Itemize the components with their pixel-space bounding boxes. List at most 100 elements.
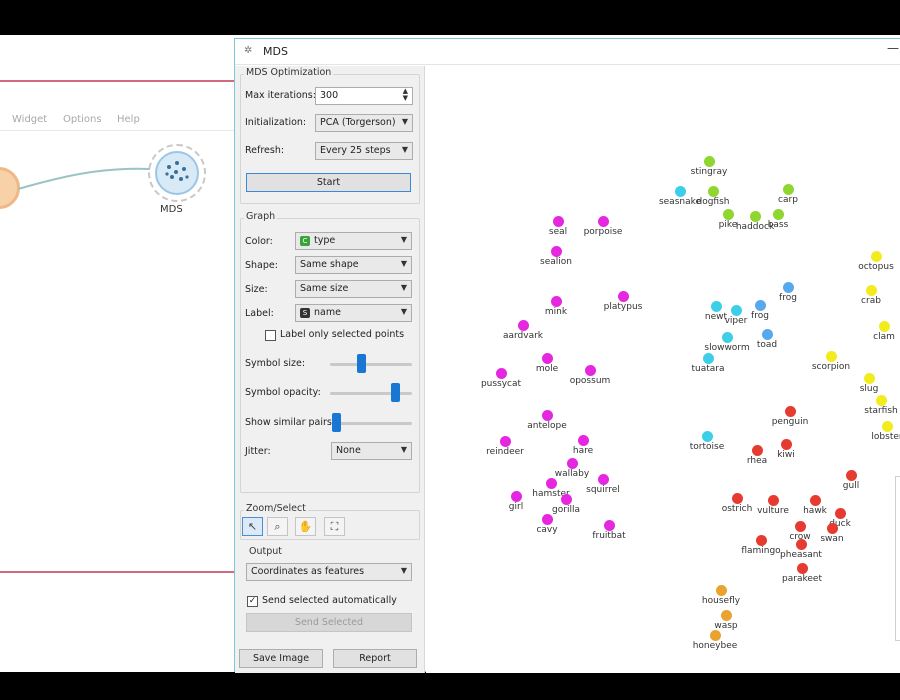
data-point[interactable]	[675, 186, 686, 197]
data-point[interactable]	[546, 478, 557, 489]
select-arrow-icon[interactable]: ↖	[242, 517, 263, 536]
data-point[interactable]	[876, 395, 887, 406]
menu-widget[interactable]: Widget	[12, 114, 47, 125]
spin-arrows-icon[interactable]: ▲ ▼	[403, 88, 408, 102]
data-point[interactable]	[762, 329, 773, 340]
data-point[interactable]	[567, 458, 578, 469]
shape-select[interactable]: Same shape ▼	[295, 256, 412, 274]
data-point[interactable]	[846, 470, 857, 481]
mds-optimization-title: MDS Optimization	[244, 67, 334, 78]
data-point[interactable]	[783, 282, 794, 293]
data-point[interactable]	[783, 184, 794, 195]
data-point[interactable]	[810, 495, 821, 506]
jitter-select[interactable]: None ▼	[331, 442, 412, 460]
data-point[interactable]	[864, 373, 875, 384]
start-button[interactable]: Start	[246, 173, 411, 192]
data-point[interactable]	[511, 491, 522, 502]
report-button[interactable]: Report	[333, 649, 417, 668]
data-point[interactable]	[598, 474, 609, 485]
max-iterations-spinbox[interactable]: 300 ▲ ▼	[315, 87, 413, 105]
point-label: bass	[767, 220, 789, 230]
symbol-opacity-slider[interactable]	[391, 383, 400, 402]
point-label: octopus	[858, 262, 894, 272]
data-point[interactable]	[773, 209, 784, 220]
data-point[interactable]	[871, 251, 882, 262]
output-select[interactable]: Coordinates as features ▼	[246, 563, 412, 581]
data-point[interactable]	[882, 421, 893, 432]
data-point[interactable]	[553, 216, 564, 227]
point-label: pussycat	[480, 379, 522, 389]
data-point[interactable]	[722, 332, 733, 343]
data-point[interactable]	[797, 563, 808, 574]
data-point[interactable]	[879, 321, 890, 332]
data-point[interactable]	[618, 291, 629, 302]
data-point[interactable]	[708, 186, 719, 197]
label-only-selected-checkbox[interactable]	[265, 330, 276, 341]
reset-zoom-icon[interactable]: ⛶	[324, 517, 345, 536]
menu-help[interactable]: Help	[117, 114, 140, 125]
screen: Widget Options Help MDS ✲ MDS — MDS Opti…	[0, 0, 900, 700]
data-point[interactable]	[551, 246, 562, 257]
send-selected-button[interactable]: Send Selected	[246, 613, 412, 632]
data-point[interactable]	[756, 535, 767, 546]
data-point[interactable]	[731, 305, 742, 316]
data-point[interactable]	[796, 539, 807, 550]
data-point[interactable]	[578, 435, 589, 446]
menu-divider	[0, 130, 235, 131]
data-point[interactable]	[835, 508, 846, 519]
data-point[interactable]	[702, 431, 713, 442]
refresh-select[interactable]: Every 25 steps ▼	[315, 142, 413, 160]
output-value: Coordinates as features	[251, 566, 365, 577]
label-select[interactable]: S name ▼	[295, 304, 412, 322]
pan-hand-icon[interactable]: ✋	[295, 517, 316, 536]
color-label: Color:	[245, 236, 273, 247]
data-point[interactable]	[732, 493, 743, 504]
data-point[interactable]	[598, 216, 609, 227]
initialization-select[interactable]: PCA (Torgerson) ▼	[315, 114, 413, 132]
data-point[interactable]	[711, 301, 722, 312]
minimize-icon[interactable]: —	[887, 41, 899, 55]
color-select[interactable]: C type ▼	[295, 232, 412, 250]
data-point[interactable]	[561, 494, 572, 505]
save-image-button[interactable]: Save Image	[239, 649, 323, 668]
data-point[interactable]	[781, 439, 792, 450]
point-label: seasnake	[658, 197, 702, 207]
data-point[interactable]	[768, 495, 779, 506]
data-point[interactable]	[542, 410, 553, 421]
data-point[interactable]	[500, 436, 511, 447]
send-auto-checkbox[interactable]: ✓	[247, 596, 258, 607]
data-point[interactable]	[604, 520, 615, 531]
data-point[interactable]	[721, 610, 732, 621]
point-label: carp	[778, 195, 798, 205]
point-label: kiwi	[777, 450, 795, 460]
point-label: swan	[820, 534, 844, 544]
data-point[interactable]	[551, 296, 562, 307]
menu-options[interactable]: Options	[63, 114, 102, 125]
data-point[interactable]	[710, 630, 721, 641]
point-label: mole	[535, 364, 559, 374]
data-point[interactable]	[585, 365, 596, 376]
data-point[interactable]	[703, 353, 714, 364]
data-point[interactable]	[826, 351, 837, 362]
data-point[interactable]	[518, 320, 529, 331]
data-point[interactable]	[723, 209, 734, 220]
data-point[interactable]	[785, 406, 796, 417]
data-point[interactable]	[795, 521, 806, 532]
zoom-icon[interactable]: ⌕	[267, 517, 288, 536]
mds-widget-node[interactable]	[148, 144, 206, 202]
data-point[interactable]	[755, 300, 766, 311]
symbol-size-slider[interactable]	[357, 354, 366, 373]
mds-plot[interactable]: stingray seasnake dogfish pike haddock carp ba…	[426, 66, 900, 673]
data-point[interactable]	[716, 585, 727, 596]
label-only-selected-label: Label only selected points	[280, 329, 405, 340]
data-point[interactable]	[827, 523, 838, 534]
similar-pairs-slider[interactable]	[332, 413, 341, 432]
size-select[interactable]: Same size ▼	[295, 280, 412, 298]
data-point[interactable]	[704, 156, 715, 167]
data-point[interactable]	[542, 514, 553, 525]
data-point[interactable]	[750, 211, 761, 222]
data-point[interactable]	[542, 353, 553, 364]
data-point[interactable]	[496, 368, 507, 379]
data-point[interactable]	[752, 445, 763, 456]
data-point[interactable]	[866, 285, 877, 296]
